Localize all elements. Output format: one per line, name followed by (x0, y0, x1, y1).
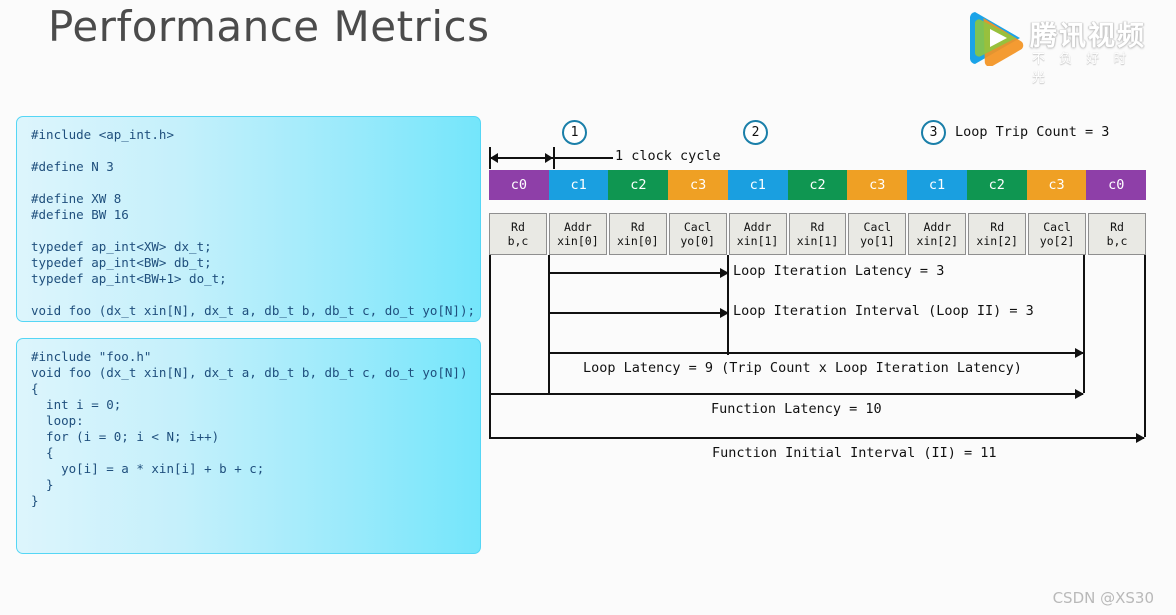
function-latency-label: Function Latency = 10 (711, 401, 882, 417)
operation-cell-op: Rd (511, 220, 525, 234)
operation-cell-operand: yo[2] (1039, 234, 1075, 248)
cycle-color-row: c0 c1 c2 c3 c1 c2 c3 c1 c2 c3 c0 (489, 170, 1147, 200)
loop-iteration-interval-label: Loop Iteration Interval (Loop II) = 3 (733, 303, 1034, 319)
function-initial-interval-arrow (489, 437, 1144, 439)
clock-cycle-leader-line (555, 157, 613, 159)
operation-table-row: Rd b,c Addr xin[0] Rd xin[0] Cacl yo[0] Addr xin[… (489, 213, 1146, 255)
operation-cell: Cacl yo[2] (1028, 213, 1087, 255)
arrow-right-icon-ll (1075, 348, 1084, 358)
loop-iteration-interval-arrow (548, 312, 728, 314)
page-title: Performance Metrics (48, 2, 490, 51)
clock-cycle-label: 1 clock cycle (615, 148, 721, 164)
arrow-right-icon (545, 152, 553, 163)
brand-tagline-cn: 不 负 好 时 光 (1032, 52, 1132, 86)
function-initial-interval-label: Function Initial Interval (II) = 11 (712, 445, 997, 461)
operation-cell-operand: xin[2] (976, 234, 1018, 248)
loop-iteration-latency-label: Loop Iteration Latency = 3 (733, 263, 945, 279)
operation-cell-op: Addr (743, 220, 772, 234)
arrow-right-icon-lii (720, 308, 729, 318)
arrow-left-icon (490, 152, 498, 163)
function-latency-arrow (489, 393, 1083, 395)
code-panel-header-file: #include <ap_int.h> #define N 3 #define … (16, 116, 481, 322)
loop-iteration-latency-arrow (548, 272, 728, 274)
operation-cell-op: Cacl (683, 220, 712, 234)
loop-trip-count-label: Loop Trip Count = 3 (955, 124, 1110, 140)
brand-logo: 腾讯视频 不 负 好 时 光 (966, 8, 1158, 86)
callout-badge-2: 2 (743, 120, 768, 145)
operation-cell-op: Rd (810, 220, 825, 234)
operation-cell-operand: xin[0] (557, 234, 599, 248)
cycle-cell: c1 (727, 170, 788, 200)
watermark: CSDN @XS30 (1052, 589, 1154, 607)
cycle-cell: c3 (847, 170, 908, 200)
operation-cell: Addr xin[2] (908, 213, 967, 255)
operation-cell-operand: xin[2] (916, 234, 959, 248)
operation-cell-op: Rd (630, 220, 645, 234)
arrow-right-icon-lil (720, 268, 729, 278)
guide-line-cell1 (548, 255, 550, 393)
operation-cell-operand: xin[1] (796, 234, 839, 248)
pipeline-timing-diagram: 1 2 3 Loop Trip Count = 3 1 clock cycle … (489, 120, 1147, 480)
loop-latency-label: Loop Latency = 9 (Trip Count x Loop Iter… (583, 360, 1022, 376)
cycle-cell: c1 (548, 170, 609, 200)
cycle-cell: c2 (966, 170, 1027, 200)
callout-badge-3: 3 (921, 120, 946, 145)
arrow-right-icon-fl (1075, 389, 1084, 399)
operation-cell: Addr xin[1] (728, 213, 787, 255)
operation-cell-operand: yo[0] (680, 234, 715, 248)
callout-badge-1: 1 (562, 120, 587, 145)
arrow-right-icon-fii (1136, 433, 1145, 443)
clock-measure-bar (491, 157, 553, 159)
operation-cell-op: Addr (923, 220, 952, 234)
operation-cell-op: Cacl (863, 220, 892, 234)
operation-cell: Rd b,c (1088, 213, 1146, 255)
code-text-source: #include "foo.h" void foo (dx_t xin[N], … (31, 349, 468, 508)
operation-cell: Cacl yo[0] (668, 213, 727, 255)
latency-annotations: Loop Iteration Latency = 3 Loop Iteratio… (489, 255, 1146, 475)
operation-cell: Rd xin[0] (608, 213, 667, 255)
guide-line-left-edge (489, 255, 491, 437)
operation-cell-operand: yo[1] (860, 234, 895, 248)
operation-cell-op: Cacl (1043, 220, 1071, 234)
code-text-header: #include <ap_int.h> #define N 3 #define … (31, 127, 476, 318)
operation-cell: Rd xin[1] (788, 213, 847, 255)
operation-cell-op: Addr (564, 220, 592, 234)
cycle-cell: c0 (489, 170, 549, 200)
cycle-cell: c1 (907, 170, 967, 200)
code-panel-source-file: #include "foo.h" void foo (dx_t xin[N], … (16, 338, 481, 554)
operation-cell-op: Rd (1110, 220, 1124, 234)
operation-cell-op: Rd (990, 220, 1005, 234)
guide-line-right-edge (1144, 255, 1146, 437)
clock-cycle-measure (489, 147, 555, 169)
cycle-cell: c2 (608, 170, 669, 200)
cycle-cell: c2 (787, 170, 848, 200)
operation-cell: Rd b,c (489, 213, 547, 255)
cycle-cell: c0 (1086, 170, 1147, 200)
operation-cell: Addr xin[0] (548, 213, 607, 255)
cycle-cell: c3 (668, 170, 728, 200)
operation-cell-operand: b,c (507, 234, 529, 248)
operation-cell-operand: xin[0] (616, 234, 659, 248)
operation-cell: Cacl yo[1] (848, 213, 907, 255)
operation-cell-operand: xin[1] (736, 234, 779, 248)
cycle-cell: c3 (1026, 170, 1087, 200)
guide-line-cell10 (1083, 255, 1085, 393)
loop-latency-arrow (548, 352, 1083, 354)
tencent-video-play-icon (966, 10, 1024, 67)
operation-cell: Rd xin[2] (968, 213, 1027, 255)
operation-cell-operand: b,c (1106, 234, 1128, 248)
